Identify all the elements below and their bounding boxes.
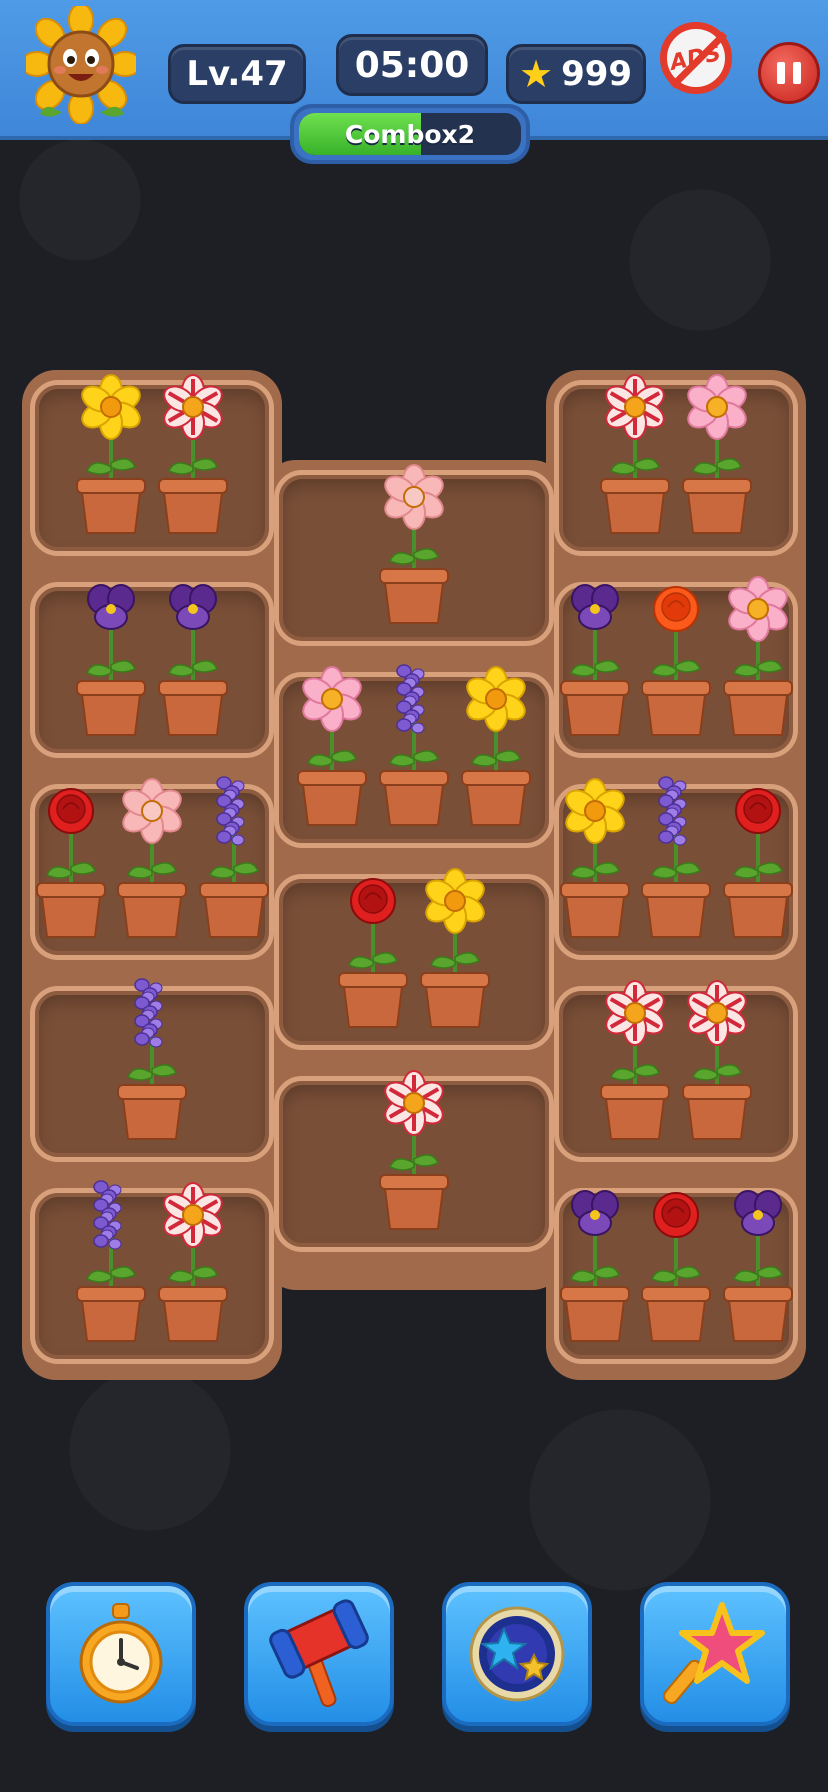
pink-cosmos-pot[interactable] [722,569,793,737]
shelf-3-center[interactable] [274,868,554,1050]
game-board [22,370,806,1380]
striped-zinnia-pot[interactable] [378,1063,450,1231]
yellow-buttercup-pot[interactable] [419,861,491,1029]
shelf-3-left[interactable] [30,776,274,960]
combo-track: Combox2 [299,113,521,155]
striped-zinnia-pot[interactable] [681,973,753,1141]
red-rose-pot[interactable] [35,771,106,939]
orange-dahlia-pot[interactable] [640,569,712,737]
level-indicator: Lv.47 [168,44,306,104]
stopwatch-button[interactable] [46,1582,196,1726]
star-icon: ★ [519,52,554,96]
sunflower-mascot-icon[interactable] [20,3,142,125]
pause-icon [773,62,805,84]
remove-ads-button[interactable]: ADS [660,22,732,94]
shelf-3-right[interactable] [554,776,798,960]
powerup-bar [0,1580,828,1730]
pink-peony-pot[interactable] [116,771,188,939]
timer-display: 05:00 [336,34,488,96]
shelf-5-left[interactable] [30,1180,274,1364]
timer-text: 05:00 [354,44,470,86]
hammer-icon [269,1599,369,1708]
combo-label: Combox2 [344,119,476,149]
magic-wand-button[interactable] [640,1582,790,1726]
pink-peony-pot[interactable] [378,457,450,625]
shelf-5-right[interactable] [554,1188,798,1364]
pink-cosmos-pot[interactable] [681,367,753,535]
ads-label: ADS [668,40,724,76]
striped-zinnia-pot[interactable] [599,367,671,535]
red-rose-pot[interactable] [640,1175,712,1343]
red-rose-pot[interactable] [337,861,409,1029]
shelf-2-left[interactable] [30,582,274,758]
shelf-4-left[interactable] [30,978,274,1162]
purple-pansy-pot[interactable] [75,569,147,737]
yellow-buttercup-pot[interactable] [75,367,147,535]
purple-pansy-pot[interactable] [722,1175,793,1343]
shelf-4-center[interactable] [274,1070,554,1252]
shelf-1-right[interactable] [554,374,798,556]
lavender-pot[interactable] [116,973,188,1141]
top-bar: Lv.47 05:00 ★ 999 ADS Combox2 [0,0,828,164]
yellow-buttercup-pot[interactable] [460,659,532,827]
combo-meter: Combox2 [290,104,530,164]
shelf-2-center[interactable] [274,664,554,848]
purple-pansy-pot[interactable] [559,569,630,737]
lavender-pot[interactable] [640,771,712,939]
purple-pansy-pot[interactable] [559,1175,630,1343]
coin-count: 999 [561,54,633,94]
stopwatch-icon [79,1603,163,1704]
yellow-buttercup-pot[interactable] [559,771,630,939]
shelf-1-center[interactable] [274,464,554,646]
coin-counter: ★ 999 [506,44,646,104]
shelf-1-left[interactable] [30,374,274,556]
lavender-pot[interactable] [378,659,450,827]
star-orb-icon [469,1606,565,1702]
level-text: Lv.47 [186,54,288,94]
pause-button[interactable] [758,42,820,104]
striped-zinnia-pot[interactable] [599,973,671,1141]
striped-zinnia-pot[interactable] [157,1175,229,1343]
shelf-2-right[interactable] [554,576,798,758]
purple-pansy-pot[interactable] [157,569,229,737]
red-rose-pot[interactable] [722,771,793,939]
lavender-pot[interactable] [198,771,269,939]
pink-cosmos-pot[interactable] [296,659,368,827]
shuffle-orb-button[interactable] [442,1582,592,1726]
striped-zinnia-pot[interactable] [157,367,229,535]
shelf-4-right[interactable] [554,980,798,1162]
magic-wand-icon [663,1602,765,1705]
hammer-button[interactable] [244,1582,394,1726]
lavender-pot[interactable] [75,1175,147,1343]
